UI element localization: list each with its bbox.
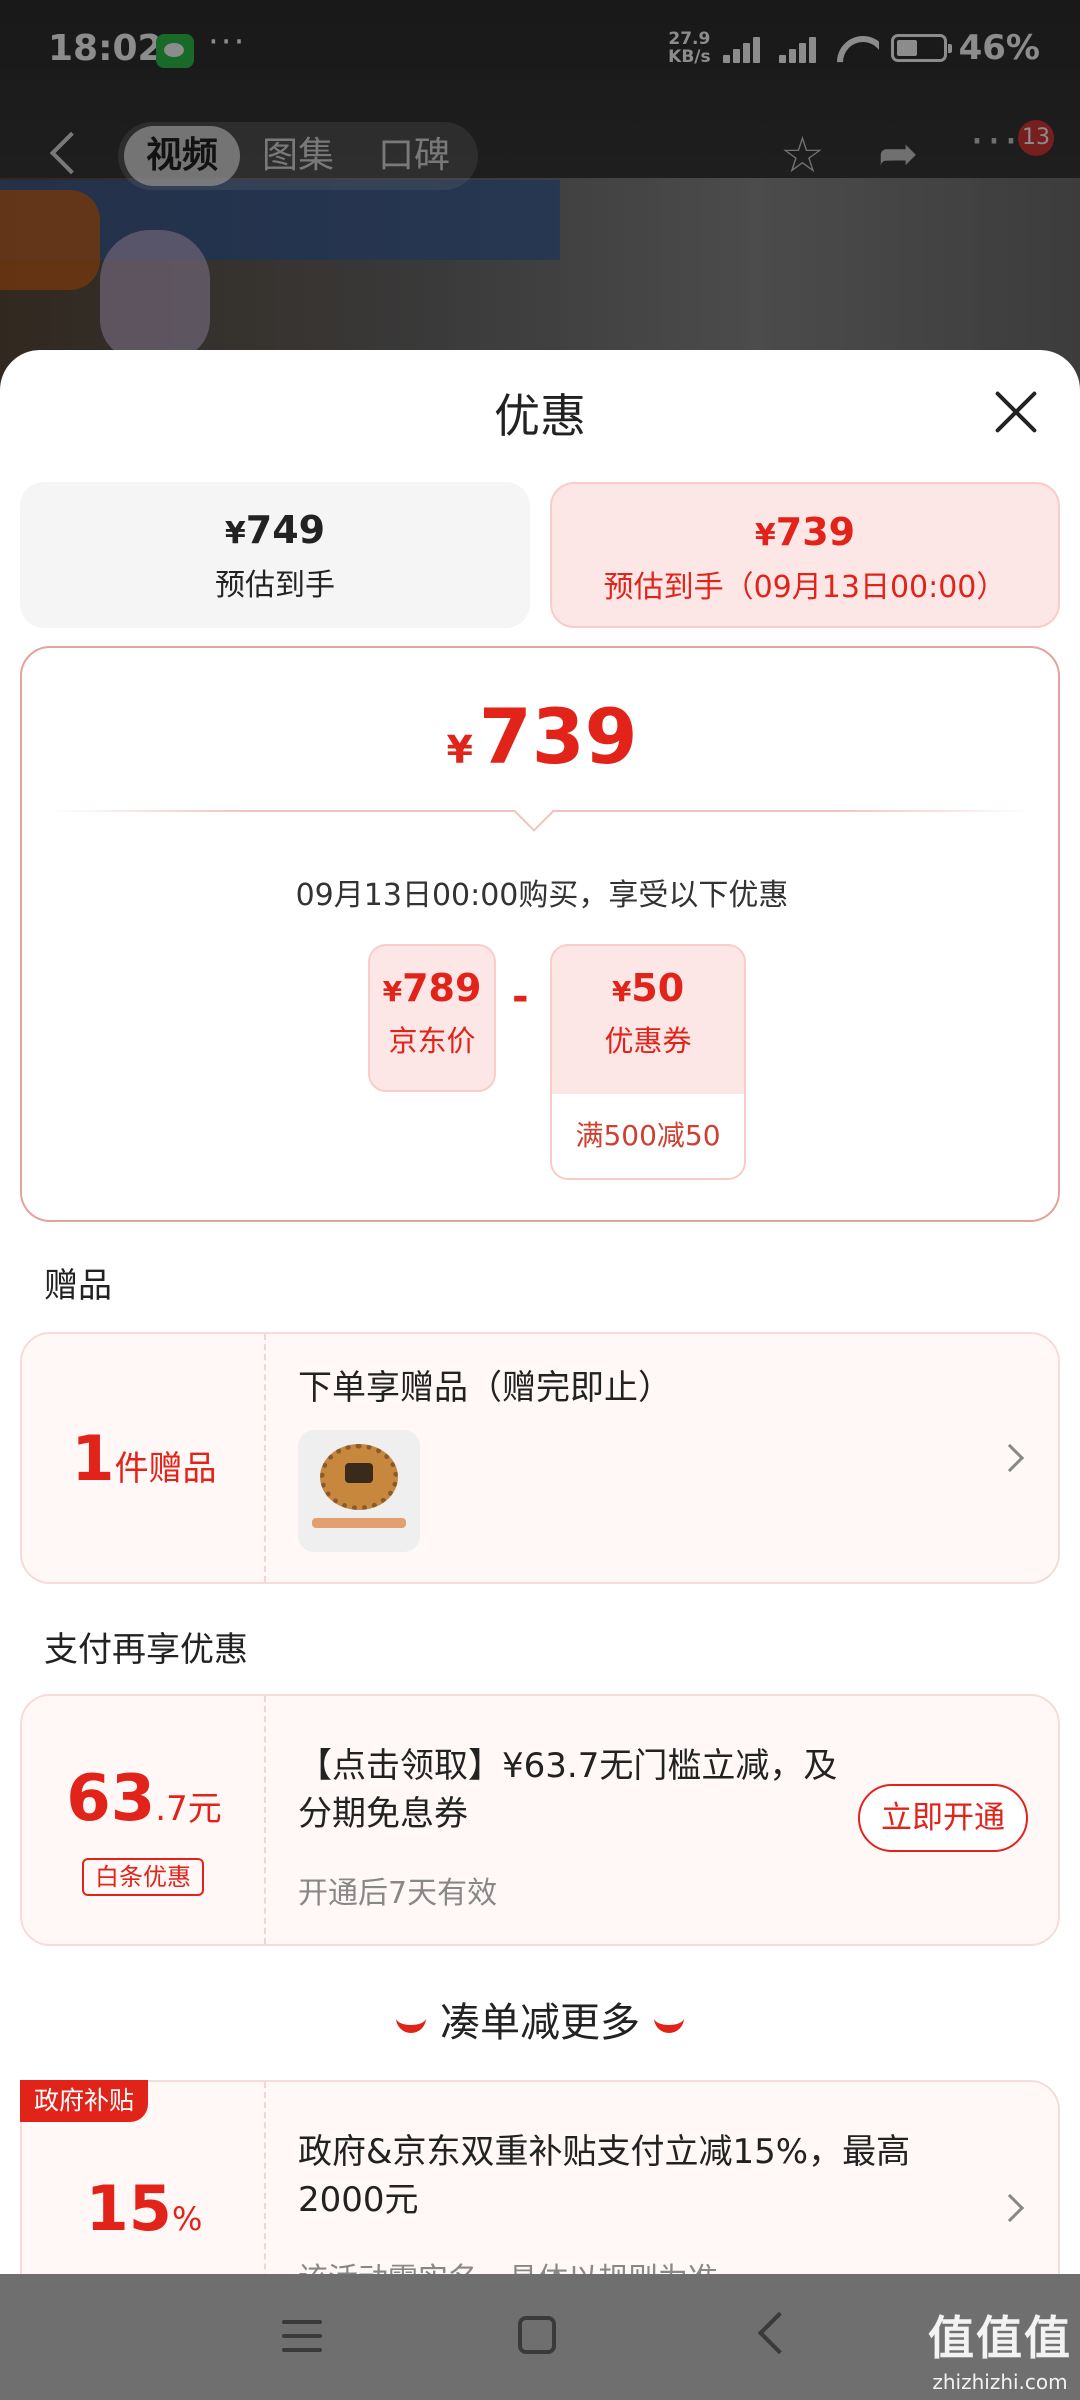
price-value: 739 [775,510,856,554]
price-option-label: 预估到手（09月13日00:00） [603,570,1007,605]
gift-section-title: 赠品 [44,1266,112,1306]
gov-detail: 政府&京东双重补贴支付立减15%，最高2000元 该活动需实名，具体以规则为准 [298,2082,1058,2280]
gov-subsidy-tag: 政府补贴 [20,2080,149,2122]
price-breakdown-card: ¥739 09月13日00:00购买，享受以下优惠 ¥789 京东价 - ¥50… [20,646,1060,1222]
jd-price-box: ¥789 京东价 [368,944,496,1092]
pay-description: 【点击领取】¥63.7无门槛立减，及分期免息券 [298,1746,838,1834]
divider-notch [514,792,554,832]
price-option-scheduled[interactable]: ¥739 预估到手（09月13日00:00） [550,482,1060,628]
currency-symbol: ¥ [754,518,776,553]
currency-symbol: ¥ [611,975,632,1008]
gift-count-unit: 件赠品 [114,1449,217,1489]
pay-discount-amount: 63.7元 [22,1762,266,1836]
recent-apps-icon[interactable] [282,2320,322,2352]
gift-card[interactable]: 1件赠品 下单享赠品（赠完即止） [20,1332,1060,1584]
coupon-box: ¥50 优惠券 满500减50 [550,944,746,1180]
pay-discount-card[interactable]: 63.7元 白条优惠 【点击领取】¥63.7无门槛立减，及分期免息券 开通后7天… [20,1694,1060,1946]
gift-headline: 下单享赠品（赠完即止） [298,1368,672,1408]
home-icon[interactable] [518,2316,556,2354]
gift-thumbnail-image[interactable] [298,1430,420,1552]
purchase-time-note: 09月13日00:00购买，享受以下优惠 [295,878,789,913]
dim-overlay[interactable] [0,0,1080,400]
jd-price-amount: ¥789 [370,966,494,1010]
more-deals-title: 凑单减更多 [440,2000,640,2046]
price-option-current[interactable]: ¥749 预估到手 [20,482,530,628]
price-option-label: 预估到手 [215,568,335,603]
discount-sheet: 优惠 ¥749 预估到手 ¥739 预估到手（09月13日00:00） ¥739… [0,350,1080,2280]
gift-detail: 下单享赠品（赠完即止） [298,1334,1058,1582]
price-value: 749 [245,508,326,552]
gov-subsidy-card[interactable]: 15% 政府&京东双重补贴支付立减15%，最高2000元 该活动需实名，具体以规… [20,2080,1060,2280]
price-option-amount: ¥739 [552,510,1058,554]
watermark-domain: zhizhizhi.com [932,2370,1068,2394]
gift-count-number: 1 [71,1422,115,1495]
jd-price-label: 京东价 [388,1024,476,1058]
activate-button[interactable]: 立即开通 [858,1784,1028,1852]
watermark-brand: 值值值 [928,2311,1072,2365]
close-icon[interactable] [990,386,1042,438]
coupon-amount: ¥50 [552,966,744,1010]
gift-count-panel: 1件赠品 [22,1334,266,1582]
pay-validity: 开通后7天有效 [298,1876,498,1911]
gift-count: 1件赠品 [22,1422,266,1495]
final-price-value: 739 [478,692,638,781]
smile-right-icon [654,2017,684,2033]
sheet-title: 优惠 [494,389,586,443]
pay-section-title: 支付再享优惠 [44,1630,248,1670]
coupon-value: 50 [631,966,685,1010]
background-app: 18:02 ··· 27.9 KB/s 46% 视频 图集 口碑 ☆ ➦ ···… [0,0,1080,400]
pay-amount-panel: 63.7元 白条优惠 [22,1696,266,1944]
gov-pct-value: 15 [85,2172,172,2245]
gov-pct-unit: % [171,2200,203,2238]
gov-subsidy-percent: 15% [22,2172,266,2245]
price-option-amount: ¥749 [20,508,530,552]
system-nav-bar: 值值值 zhizhizhi.com [0,2274,1080,2400]
currency-symbol: ¥ [224,516,246,551]
currency-symbol: ¥ [382,975,403,1008]
coupon-condition: 满500减50 [552,1094,744,1178]
smile-left-icon [396,2017,426,2033]
currency-symbol: ¥ [446,728,473,772]
final-price: ¥739 [22,692,1062,781]
gift-caption-strip [312,1518,406,1528]
coupon-label: 优惠券 [604,1024,692,1058]
baitiao-tag: 白条优惠 [82,1858,204,1896]
pay-amount-decimal: .7元 [155,1789,222,1829]
minus-operator: - [512,974,529,1020]
more-deals-header: 凑单减更多 [0,1990,1080,2048]
gov-description: 政府&京东双重补贴支付立减15%，最高2000元 [298,2132,911,2220]
gift-seal-logo [320,1444,398,1510]
system-back-icon[interactable] [757,2311,801,2355]
site-watermark: 值值值 zhizhizhi.com [928,2302,1072,2394]
pay-amount-integer: 63 [66,1762,156,1836]
jd-price-value: 789 [402,966,482,1010]
